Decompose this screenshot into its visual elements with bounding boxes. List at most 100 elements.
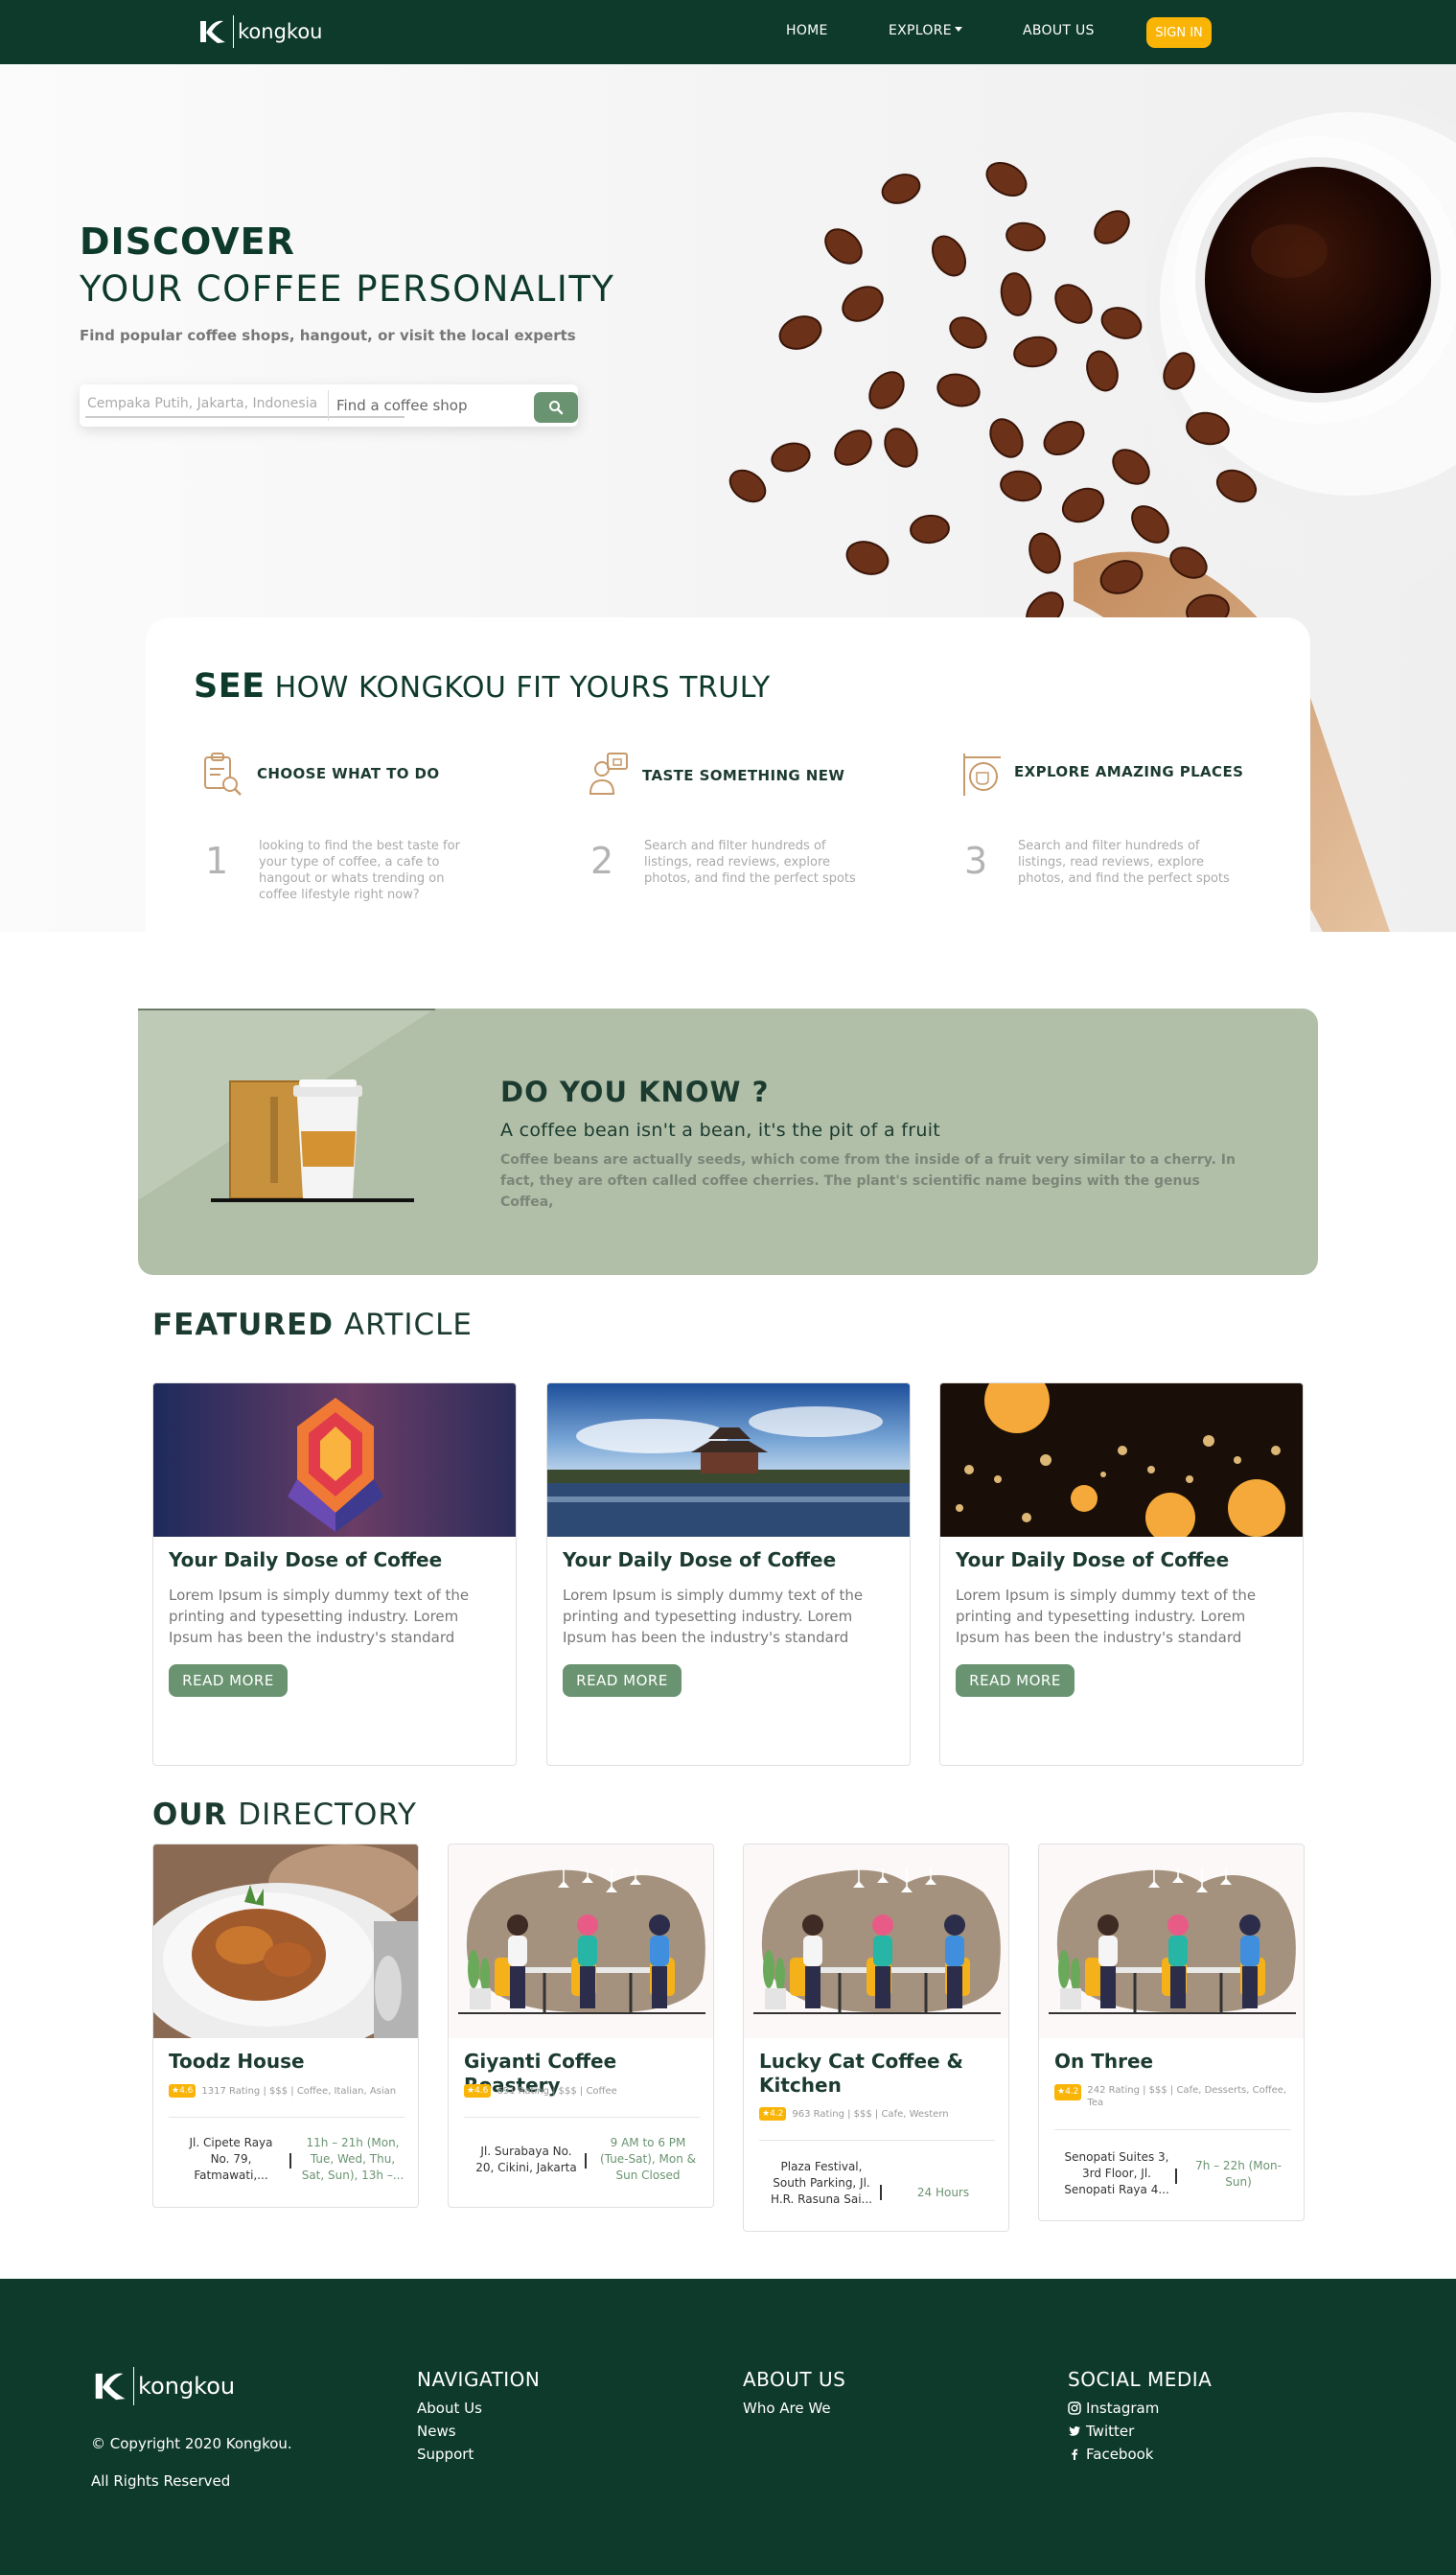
coffee-shop-input[interactable]: Find a coffee shop — [336, 393, 467, 418]
sign-in-button[interactable]: SIGN IN — [1146, 17, 1212, 48]
nav-explore-label: EXPLORE — [889, 23, 952, 38]
did-you-know-subtitle: A coffee bean isn't a bean, it's the pit… — [500, 1120, 941, 1141]
directory-card[interactable]: Toodz House ★4.6 1317 Rating | $$$ | Coff… — [152, 1844, 419, 2208]
article-card: Your Daily Dose of Coffee Lorem Ipsum is… — [939, 1382, 1304, 1766]
featured-title-rest: ARTICLE — [343, 1308, 473, 1342]
article-title[interactable]: Your Daily Dose of Coffee — [956, 1548, 1229, 1571]
rating-badge: ★4.2 — [759, 2107, 787, 2121]
nav-explore-dropdown[interactable]: EXPLORE — [889, 23, 962, 38]
twitter-label: Twitter — [1086, 2423, 1135, 2440]
footer-link-support[interactable]: Support — [417, 2446, 474, 2463]
footer-navigation-title: NAVIGATION — [417, 2368, 541, 2391]
article-excerpt: Lorem Ipsum is simply dummy text of the … — [956, 1587, 1257, 1646]
directory-card[interactable]: Lucky Cat Coffee & Kitchen ★4.2 963 Ratin… — [743, 1844, 1009, 2232]
feature-number: 1 — [205, 840, 229, 882]
cafe-people-illustration — [1039, 1844, 1305, 2038]
directory-item-address: Jl. Cipete Raya No. 79, Fatmawati,... — [189, 2136, 273, 2182]
footer-rights: All Rights Reserved — [91, 2472, 231, 2490]
directory-item-address: Jl. Surabaya No. 20, Cikini, Jakarta — [475, 2145, 577, 2174]
top-navbar: kongkou HOME EXPLORE ABOUT US SIGN IN — [0, 0, 1456, 64]
directory-card[interactable]: On Three ★4.2 242 Rating | $$$ | Cafe, De… — [1038, 1844, 1305, 2221]
site-footer: kongkou © Copyright 2020 Kongkou. All Ri… — [0, 2279, 1456, 2575]
coffee-cup-illustration — [138, 1009, 435, 1202]
feature-description: looking to find the best taste for your … — [259, 839, 460, 902]
how-title-bold: SEE — [194, 667, 266, 706]
location-placeholder: Cempaka Putih, Jakarta, Indonesia — [87, 396, 318, 411]
read-more-button[interactable]: READ MORE — [169, 1664, 288, 1697]
logo-divider — [233, 15, 234, 48]
footer-link-who-are-we[interactable]: Who Are We — [743, 2400, 831, 2417]
featured-title-bold: FEATURED — [152, 1308, 335, 1342]
hero-title-discover: DISCOVER — [80, 220, 295, 263]
footer-logo[interactable]: kongkou — [91, 2367, 235, 2405]
brand-logo[interactable]: kongkou — [196, 15, 322, 48]
rating-value: 4.2 — [1065, 2087, 1079, 2097]
footer-social-title: SOCIAL MEDIA — [1068, 2368, 1213, 2391]
article-image-palace — [547, 1383, 910, 1537]
hero-title-personality: YOUR COFFEE PERSONALITY — [80, 268, 615, 310]
article-excerpt: Lorem Ipsum is simply dummy text of the … — [169, 1587, 470, 1646]
cafe-people-illustration — [449, 1844, 714, 2038]
directory-item-address: Plaza Festival, South Parking, Jl. H.R. … — [771, 2160, 872, 2206]
footer-link-twitter[interactable]: Twitter — [1068, 2423, 1134, 2440]
caret-down-icon — [954, 27, 962, 32]
rating-value: 4.6 — [179, 2086, 194, 2096]
rating-badge: ★4.6 — [169, 2084, 196, 2098]
directory-card[interactable]: Giyanti Coffee Roastery ★4.6 691 Rating |… — [448, 1844, 714, 2208]
footer-link-news[interactable]: News — [417, 2423, 456, 2440]
nav-about-link[interactable]: ABOUT US — [1023, 23, 1095, 38]
separator — [880, 2185, 882, 2200]
barista-icon — [589, 753, 628, 795]
rating-badge: ★4.6 — [464, 2084, 492, 2098]
feature-description: Search and filter hundreds of listings, … — [644, 839, 856, 886]
directory-item-hours: 11h – 21h (Mon, Tue, Wed, Thu, Sat, Sun)… — [301, 2136, 404, 2182]
cafe-sign-icon — [963, 754, 1001, 796]
how-it-works-card: SEE HOW KONGKOU FIT YOURS TRULY CHOOSE W… — [146, 617, 1310, 963]
footer-logo-text: kongkou — [138, 2373, 236, 2400]
rating-details: 691 Rating | $$$ | Coffee — [497, 2085, 617, 2097]
footer-link-instagram[interactable]: Instagram — [1068, 2400, 1159, 2417]
article-image-lanterns — [940, 1383, 1303, 1537]
twitter-icon — [1069, 2426, 1080, 2436]
directory-title-bold: OUR — [152, 1798, 228, 1832]
instagram-label: Instagram — [1086, 2400, 1160, 2417]
did-you-know-banner: DO YOU KNOW ? A coffee bean isn't a bean… — [138, 1009, 1318, 1275]
directory-item-name: Lucky Cat Coffee & Kitchen — [759, 2050, 963, 2097]
article-image-geometric — [153, 1383, 516, 1537]
rating-details: 963 Rating | $$$ | Cafe, Western — [792, 2108, 949, 2120]
directory-title-rest: DIRECTORY — [238, 1798, 417, 1832]
article-card: Your Daily Dose of Coffee Lorem Ipsum is… — [546, 1382, 911, 1766]
read-more-button[interactable]: READ MORE — [563, 1664, 682, 1697]
directory-item-address: Senopati Suites 3, 3rd Floor, Jl. Senopa… — [1064, 2150, 1169, 2196]
kongkou-logo-icon — [95, 2373, 126, 2401]
toodz-house-food-photo — [153, 1844, 418, 2038]
directory-item-name: On Three — [1054, 2050, 1154, 2073]
did-you-know-title: DO YOU KNOW ? — [500, 1076, 770, 1108]
feature-number: 3 — [964, 840, 988, 882]
article-title[interactable]: Your Daily Dose of Coffee — [563, 1548, 836, 1571]
divider — [464, 2117, 700, 2118]
directory-heading: OUR DIRECTORY — [152, 1798, 417, 1832]
footer-link-about-us[interactable]: About Us — [417, 2400, 482, 2417]
search-button[interactable] — [534, 392, 578, 423]
nav-home-link[interactable]: HOME — [786, 23, 828, 38]
read-more-button[interactable]: READ MORE — [956, 1664, 1075, 1697]
divider — [169, 2117, 404, 2118]
search-divider — [328, 390, 329, 421]
article-card: Your Daily Dose of Coffee Lorem Ipsum is… — [152, 1382, 517, 1766]
rating-value: 4.6 — [474, 2086, 489, 2096]
directory-item-hours: 7h – 22h (Mon-Sun) — [1195, 2159, 1282, 2189]
separator — [585, 2153, 587, 2169]
kongkou-logo-icon — [200, 20, 225, 43]
facebook-icon — [1072, 2448, 1078, 2460]
separator — [1175, 2169, 1177, 2184]
divider — [759, 2140, 995, 2141]
instagram-icon — [1068, 2401, 1081, 2415]
footer-copyright: © Copyright 2020 Kongkou. — [91, 2435, 292, 2452]
article-title[interactable]: Your Daily Dose of Coffee — [169, 1548, 442, 1571]
directory-item-name: Toodz House — [169, 2050, 305, 2073]
facebook-label: Facebook — [1086, 2446, 1154, 2463]
separator — [289, 2153, 291, 2169]
directory-item-meta: ★4.6 691 Rating | $$$ | Coffee — [464, 2084, 617, 2098]
footer-link-facebook[interactable]: Facebook — [1068, 2446, 1153, 2463]
